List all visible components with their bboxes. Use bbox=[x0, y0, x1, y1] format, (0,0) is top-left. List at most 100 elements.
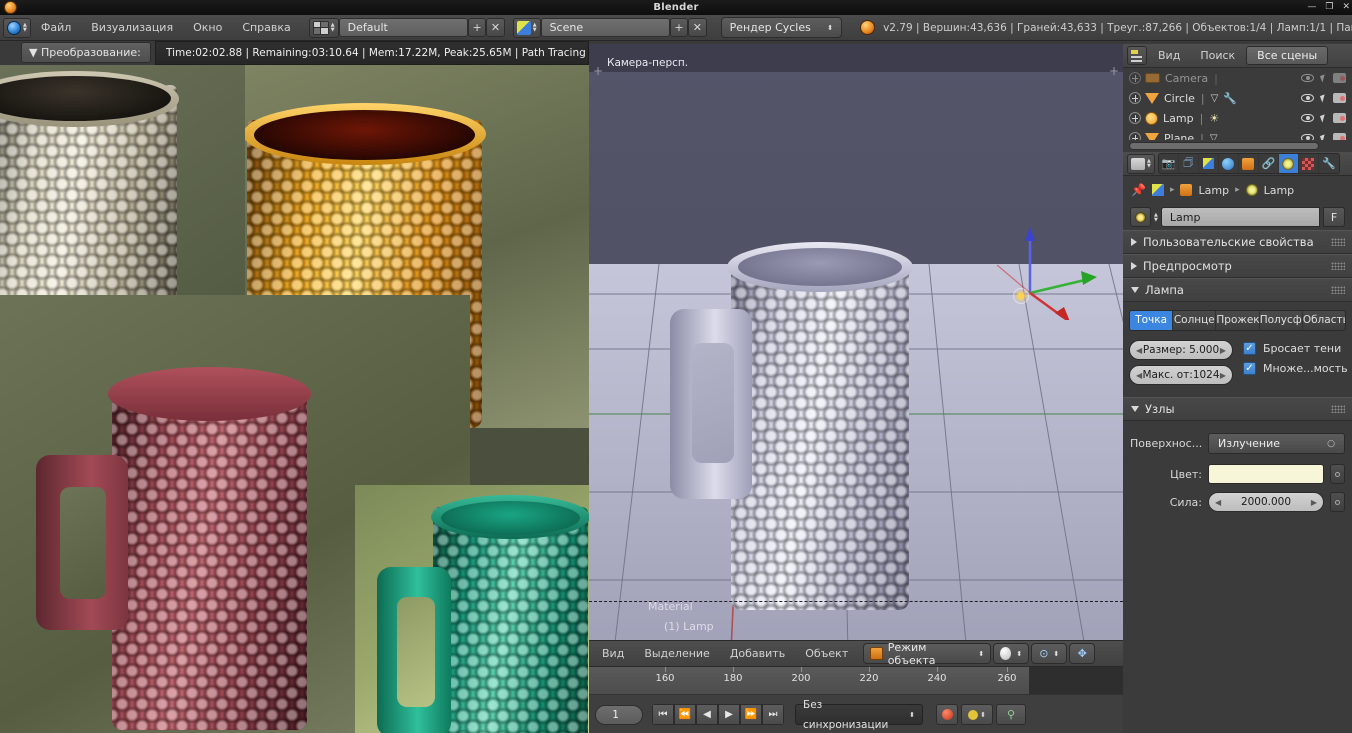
selectability-icon[interactable] bbox=[1319, 73, 1328, 83]
menu-render[interactable]: Визуализация bbox=[81, 15, 183, 41]
jump-to-end-button[interactable]: ⏭ bbox=[762, 704, 784, 725]
viewport-menu-view[interactable]: Вид bbox=[593, 647, 633, 660]
decrement-arrow-icon[interactable]: ◀ bbox=[1215, 493, 1221, 512]
screen-layout-name-field[interactable]: Default bbox=[338, 18, 468, 37]
panel-custom-properties[interactable]: Пользовательские свойства bbox=[1123, 230, 1352, 254]
outliner-row-lamp[interactable]: Lamp | ☀ bbox=[1123, 108, 1352, 128]
expand-toggle-icon[interactable] bbox=[1129, 72, 1141, 84]
datablock-browse-button[interactable] bbox=[1130, 207, 1151, 227]
lamp-size-field[interactable]: ◀ Размер: 5.000 ▶ bbox=[1129, 340, 1233, 360]
properties-editor[interactable]: ▲ ▼ 📷 🗇 🔗 🔧 📌 ▸ Lamp ▸ Lamp ▲ ▼ Lamp F П… bbox=[1123, 152, 1352, 733]
expand-toggle-icon[interactable] bbox=[1129, 92, 1141, 104]
color-link-button[interactable] bbox=[1330, 464, 1345, 484]
scene-name-field[interactable]: Scene bbox=[540, 18, 670, 37]
operator-redo-panel[interactable]: ▼ Преобразование: bbox=[21, 42, 151, 63]
mesh-data-icon[interactable]: ▽ bbox=[1211, 93, 1219, 104]
maximize-icon[interactable]: ❐ bbox=[1325, 3, 1333, 12]
sync-mode-dropdown[interactable]: Без синхронизации ⬍ bbox=[795, 699, 923, 731]
menu-window[interactable]: Окно bbox=[183, 15, 232, 41]
tab-render-layers[interactable]: 🗇 bbox=[1179, 154, 1199, 173]
play-button[interactable]: ▶ bbox=[718, 704, 740, 725]
tab-scene[interactable] bbox=[1199, 154, 1219, 173]
expand-toggle-icon[interactable] bbox=[1129, 132, 1141, 140]
menu-help[interactable]: Справка bbox=[232, 15, 300, 41]
outliner-scrollbar[interactable] bbox=[1129, 142, 1319, 150]
visibility-icon[interactable] bbox=[1301, 74, 1314, 82]
add-screen-layout-button[interactable]: + bbox=[467, 18, 487, 37]
lamp-type-hemi[interactable]: Полусф bbox=[1259, 311, 1303, 330]
add-scene-button[interactable]: + bbox=[669, 18, 689, 37]
visibility-icon[interactable] bbox=[1301, 134, 1314, 140]
delete-scene-button[interactable]: ✕ bbox=[688, 18, 707, 37]
viewport-menu-select[interactable]: Выделение bbox=[635, 647, 719, 660]
checkbox-checked-icon[interactable]: ✓ bbox=[1243, 362, 1256, 375]
tab-world[interactable] bbox=[1219, 154, 1239, 173]
outliner-menu-search[interactable]: Поиск bbox=[1191, 49, 1244, 62]
strength-link-button[interactable] bbox=[1330, 492, 1345, 512]
increment-arrow-icon[interactable]: ▶ bbox=[1220, 341, 1226, 360]
outliner-row-plane[interactable]: Plane | ▽ bbox=[1123, 128, 1352, 140]
properties-tab-strip[interactable]: 📷 🗇 🔗 🔧 bbox=[1157, 153, 1340, 174]
lamp-object-icon[interactable] bbox=[1013, 288, 1029, 304]
panel-preview[interactable]: Предпросмотр bbox=[1123, 254, 1352, 278]
toolshelf-expand-icon[interactable]: + bbox=[592, 65, 604, 78]
selectability-icon[interactable] bbox=[1319, 93, 1328, 103]
window-controls[interactable]: — ❐ ✕ bbox=[1307, 0, 1350, 15]
minimize-icon[interactable]: — bbox=[1307, 3, 1316, 12]
cast-shadow-row[interactable]: ✓ Бросает тени bbox=[1243, 342, 1348, 355]
next-keyframe-button[interactable]: ⏩ bbox=[740, 704, 762, 725]
outliner-menu-view[interactable]: Вид bbox=[1149, 49, 1189, 62]
outliner-display-mode-dropdown[interactable]: Все сцены bbox=[1246, 46, 1329, 65]
outliner-editor-type-icon[interactable] bbox=[1127, 46, 1147, 65]
outliner-row-toggles[interactable] bbox=[1301, 73, 1352, 83]
outliner-row-toggles[interactable] bbox=[1301, 133, 1352, 140]
outliner-row-toggles[interactable] bbox=[1301, 113, 1352, 123]
viewport-menu-object[interactable]: Объект bbox=[796, 647, 857, 660]
surface-shader-dropdown[interactable]: Излучение ○ bbox=[1208, 433, 1345, 454]
interaction-mode-dropdown[interactable]: Режим объекта ⬍ bbox=[863, 641, 992, 667]
pin-icon[interactable]: 📌 bbox=[1131, 183, 1146, 197]
selectability-icon[interactable] bbox=[1319, 113, 1328, 123]
emission-color-swatch[interactable] bbox=[1208, 464, 1324, 484]
lamp-type-sun[interactable]: Солнце bbox=[1173, 311, 1217, 330]
outliner-tree[interactable]: Camera | Circle | ▽ 🔧 Lamp | ☀ Plane | ▽ bbox=[1123, 68, 1352, 140]
checkbox-checked-icon[interactable]: ✓ bbox=[1243, 342, 1256, 355]
manipulator-toggle-button[interactable]: ✥ bbox=[1069, 643, 1096, 664]
mesh-data-icon[interactable]: ▽ bbox=[1210, 133, 1218, 141]
expand-toggle-icon[interactable] bbox=[1129, 112, 1141, 124]
close-icon[interactable]: ✕ bbox=[1342, 3, 1350, 12]
fake-user-button[interactable]: F bbox=[1323, 207, 1345, 227]
playback-controls[interactable]: ⏮ ⏪ ◀ ▶ ⏩ ⏭ bbox=[652, 704, 784, 725]
increment-arrow-icon[interactable]: ▶ bbox=[1220, 366, 1226, 385]
renderability-icon[interactable] bbox=[1333, 133, 1346, 140]
previous-keyframe-button[interactable]: ⏪ bbox=[674, 704, 696, 725]
lamp-type-point[interactable]: Точка bbox=[1130, 311, 1174, 330]
decrement-arrow-icon[interactable]: ◀ bbox=[1136, 366, 1142, 385]
renderability-icon[interactable] bbox=[1333, 93, 1346, 103]
viewport-3d[interactable]: + + Камера-персп. bbox=[589, 44, 1123, 640]
lamp-type-area[interactable]: Область bbox=[1302, 311, 1345, 330]
viewport-mug-object[interactable] bbox=[669, 224, 913, 619]
selectability-icon[interactable] bbox=[1319, 133, 1328, 140]
keying-set-dropdown[interactable]: ⬍ bbox=[961, 704, 993, 725]
menu-file[interactable]: Файл bbox=[31, 15, 81, 41]
editor-type-info-button[interactable]: ▲ ▼ bbox=[3, 17, 31, 38]
tab-render[interactable]: 📷 bbox=[1159, 154, 1179, 173]
visibility-icon[interactable] bbox=[1301, 114, 1314, 122]
scene-browse-button[interactable]: ▲ ▼ bbox=[512, 17, 541, 38]
tab-modifier[interactable]: 🔧 bbox=[1319, 154, 1339, 173]
tab-texture[interactable] bbox=[1299, 154, 1319, 173]
outliner-row-camera[interactable]: Camera | bbox=[1123, 68, 1352, 88]
outliner-editor[interactable]: Вид Поиск Все сцены Camera | Circle | ▽ … bbox=[1123, 44, 1352, 152]
tab-constraints[interactable]: 🔗 bbox=[1259, 154, 1279, 173]
datablock-name-input[interactable]: Lamp bbox=[1160, 207, 1320, 227]
timeline-ruler[interactable]: 160 180 200 220 240 260 280 bbox=[589, 667, 1123, 695]
emission-strength-field[interactable]: ◀ 2000.000 ▶ bbox=[1208, 492, 1324, 512]
lamp-type-spot[interactable]: Прожек bbox=[1216, 311, 1260, 330]
outliner-row-toggles[interactable] bbox=[1301, 93, 1352, 103]
shadow-buffer-clip-field[interactable]: ◀ Макс. от:1024 ▶ bbox=[1129, 365, 1233, 385]
current-frame-field[interactable]: 1 ▸ bbox=[595, 704, 643, 725]
render-result-area[interactable] bbox=[0, 65, 589, 733]
delete-screen-layout-button[interactable]: ✕ bbox=[486, 18, 505, 37]
mug-render-green[interactable] bbox=[355, 485, 589, 733]
